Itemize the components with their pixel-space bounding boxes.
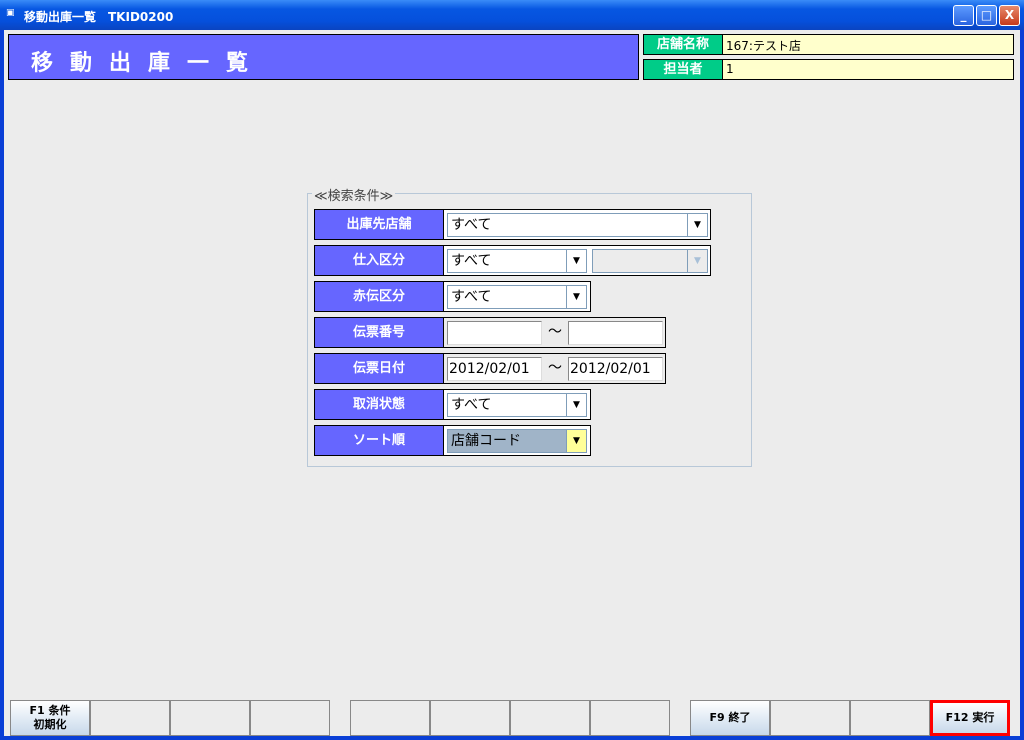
staff-field: 担当者 1 [643,59,1014,80]
chevron-down-icon[interactable]: ▼ [566,394,586,416]
staff-value: 1 [726,62,734,76]
f5-button[interactable] [350,700,430,736]
chevron-down-icon[interactable]: ▼ [566,286,586,308]
f10-button[interactable] [770,700,850,736]
f9-exit-button[interactable]: F9 終了 [690,700,770,736]
maximize-button[interactable]: □ [976,5,997,26]
red-slip-type-label: 赤伝区分 [314,281,444,312]
chevron-down-icon: ▼ [687,250,707,272]
purchase-type-value: すべて [451,253,492,269]
cancel-status-label: 取消状態 [314,389,444,420]
slip-date-from-input[interactable]: 2012/02/01 [447,357,542,381]
chevron-down-icon[interactable]: ▼ [566,430,586,452]
f3-button[interactable] [170,700,250,736]
red-slip-type-select[interactable]: すべて ▼ [447,285,587,309]
f1-reset-button[interactable]: F1 条件 初期化 [10,700,90,736]
page-title: 移動出庫一覧 [8,34,639,80]
f12-execute-button[interactable]: F12 実行 [930,700,1010,736]
close-button[interactable]: X [999,5,1020,26]
store-name-label: 店舗名称 [644,35,723,54]
app-icon: ▣ [6,8,15,18]
chevron-down-icon[interactable]: ▼ [566,250,586,272]
search-conditions-title: ≪検索条件≫ [312,185,396,204]
sort-order-value: 店舗コード [451,433,521,449]
slip-number-from-input[interactable] [447,321,542,345]
minimize-button[interactable]: _ [953,5,974,26]
store-name-field: 店舗名称 167:テスト店 [643,34,1014,55]
destination-store-select[interactable]: すべて ▼ [447,213,708,237]
window-client: 移動出庫一覧 店舗名称 167:テスト店 担当者 1 ≪検索条件≫ 出庫先店舗 … [4,30,1020,736]
slip-date-to-input[interactable]: 2012/02/01 [568,357,663,381]
f4-button[interactable] [250,700,330,736]
f6-button[interactable] [430,700,510,736]
staff-label: 担当者 [644,60,723,79]
purchase-subtype-select: ▼ [592,249,708,273]
slip-number-to-input[interactable] [568,321,663,345]
sort-order-select[interactable]: 店舗コード ▼ [447,429,587,453]
purchase-type-label: 仕入区分 [314,245,444,276]
f11-button[interactable] [850,700,930,736]
range-separator: ～ [542,357,568,381]
store-name-value: 167:テスト店 [726,39,801,53]
cancel-status-value: すべて [451,397,492,413]
f8-button[interactable] [590,700,670,736]
slip-date-label: 伝票日付 [314,353,444,384]
f7-button[interactable] [510,700,590,736]
f2-button[interactable] [90,700,170,736]
red-slip-type-value: すべて [451,289,492,305]
sort-order-label: ソート順 [314,425,444,456]
slip-number-label: 伝票番号 [314,317,444,348]
cancel-status-select[interactable]: すべて ▼ [447,393,587,417]
chevron-down-icon[interactable]: ▼ [687,214,707,236]
destination-store-label: 出庫先店舗 [314,209,444,240]
title-bar: ▣ 移動出庫一覧 TKID0200 _ □ X [0,0,1024,30]
purchase-type-select[interactable]: すべて ▼ [447,249,587,273]
window-title: 移動出庫一覧 TKID0200 [24,10,174,24]
destination-store-value: すべて [451,217,492,233]
range-separator: ～ [542,321,568,345]
